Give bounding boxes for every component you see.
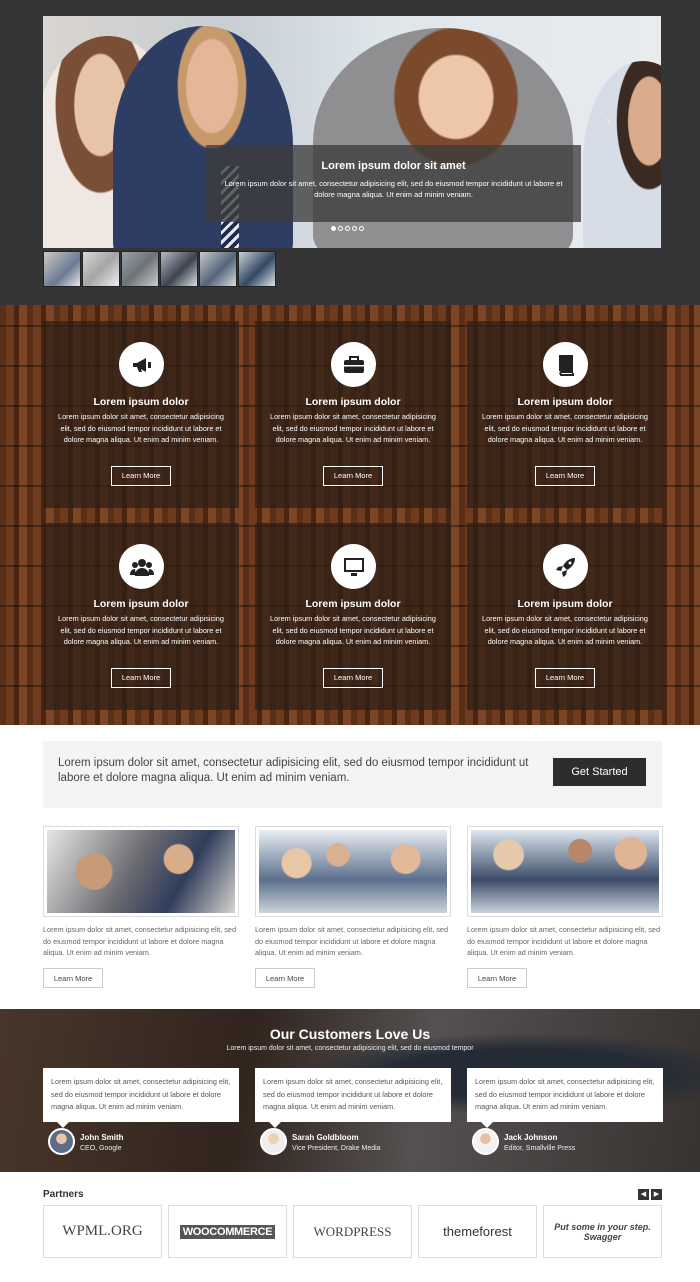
- feature-card: Lorem ipsum dolor Lorem ipsum dolor sit …: [255, 523, 451, 710]
- slider-thumbnail[interactable]: [199, 251, 237, 287]
- briefcase-icon: [331, 342, 376, 387]
- feature-title: Lorem ipsum dolor: [305, 598, 401, 610]
- slider-dot[interactable]: [331, 226, 336, 231]
- testimonial-name: John Smith: [80, 1133, 124, 1142]
- avatar: [48, 1128, 75, 1155]
- article-text: Lorem ipsum dolor sit amet, consectetur …: [255, 925, 449, 957]
- woocommerce-logo-text: WOOCOMMERCE: [179, 1224, 276, 1239]
- feature-card: Lorem ipsum dolor Lorem ipsum dolor sit …: [467, 321, 663, 508]
- partner-logo-themeforest[interactable]: themeforest: [418, 1205, 537, 1258]
- slider-dot[interactable]: [338, 226, 343, 231]
- slider-dot[interactable]: [359, 226, 364, 231]
- slider-thumbnail[interactable]: [160, 251, 198, 287]
- article-text: Lorem ipsum dolor sit amet, consectetur …: [467, 925, 661, 957]
- article-image[interactable]: [43, 826, 239, 917]
- chevron-right-icon[interactable]: ›: [606, 112, 611, 128]
- avatar: [260, 1128, 287, 1155]
- testimonial-quote: Lorem ipsum dolor sit amet, consectetur …: [43, 1068, 239, 1128]
- testimonial-quote: Lorem ipsum dolor sit amet, consectetur …: [255, 1068, 451, 1128]
- feature-title: Lorem ipsum dolor: [305, 396, 401, 408]
- wordpress-logo-text: WORDPRESS: [313, 1223, 392, 1239]
- learn-more-button[interactable]: Learn More: [535, 668, 595, 688]
- themeforest-logo-text: themeforest: [443, 1224, 512, 1239]
- feature-title: Lorem ipsum dolor: [93, 396, 189, 408]
- feature-text: Lorem ipsum dolor sit amet, consectetur …: [58, 412, 224, 444]
- testimonial-name: Jack Johnson: [504, 1133, 558, 1142]
- book-icon: [543, 342, 588, 387]
- feature-text: Lorem ipsum dolor sit amet, consectetur …: [482, 412, 648, 444]
- feature-card: Lorem ipsum dolor Lorem ipsum dolor sit …: [43, 523, 239, 710]
- feature-text: Lorem ipsum dolor sit amet, consectetur …: [58, 614, 224, 646]
- learn-more-button[interactable]: Learn More: [111, 668, 171, 688]
- slider-thumbnail[interactable]: [121, 251, 159, 287]
- slide-caption-text: Lorem ipsum dolor sit amet, consectetur …: [224, 179, 563, 199]
- article-card: Lorem ipsum dolor sit amet, consectetur …: [43, 826, 239, 988]
- partner-logo-woocommerce[interactable]: WOOCOMMERCE: [168, 1205, 287, 1258]
- learn-more-button[interactable]: Learn More: [467, 968, 527, 988]
- testimonial-role: Editor, Smallville Press: [504, 1145, 576, 1152]
- slider-thumbnails: [43, 251, 276, 287]
- get-started-button[interactable]: Get Started: [553, 758, 646, 786]
- rocket-icon: [543, 544, 588, 589]
- slider-thumbnail[interactable]: [43, 251, 81, 287]
- slide-caption-title: Lorem ipsum dolor sit amet: [321, 160, 466, 172]
- slider-dot[interactable]: [352, 226, 357, 231]
- article-image[interactable]: [255, 826, 451, 917]
- carousel-next-icon[interactable]: ▶: [651, 1189, 662, 1200]
- learn-more-button[interactable]: Learn More: [255, 968, 315, 988]
- hero-section: Lorem ipsum dolor sit amet Lorem ipsum d…: [0, 0, 700, 305]
- feature-card: Lorem ipsum dolor Lorem ipsum dolor sit …: [43, 321, 239, 508]
- partner-logo-wpml[interactable]: WPML.ORG: [43, 1205, 162, 1258]
- feature-title: Lorem ipsum dolor: [517, 598, 613, 610]
- learn-more-button[interactable]: Learn More: [535, 466, 595, 486]
- slider-thumbnail[interactable]: [82, 251, 120, 287]
- feature-title: Lorem ipsum dolor: [93, 598, 189, 610]
- feature-text: Lorem ipsum dolor sit amet, consectetur …: [270, 614, 436, 646]
- partners-title: Partners: [43, 1189, 84, 1200]
- hero-slider[interactable]: Lorem ipsum dolor sit amet Lorem ipsum d…: [43, 16, 661, 248]
- slider-dot[interactable]: [345, 226, 350, 231]
- article-card: Lorem ipsum dolor sit amet, consectetur …: [255, 826, 451, 988]
- partner-logo-wordpress[interactable]: WORDPRESS: [293, 1205, 412, 1258]
- testimonials-title: Our Customers Love Us: [269, 1026, 431, 1042]
- partners-carousel: WPML.ORG WOOCOMMERCE WORDPRESS themefore…: [43, 1205, 662, 1258]
- article-image[interactable]: [467, 826, 663, 917]
- feature-title: Lorem ipsum dolor: [517, 396, 613, 408]
- testimonial-role: CEO, Google: [80, 1145, 122, 1152]
- testimonial-name: Sarah Goldbloom: [292, 1133, 359, 1142]
- monitor-icon: [331, 544, 376, 589]
- megaphone-icon: [119, 342, 164, 387]
- slider-pagination: [331, 226, 364, 231]
- learn-more-button[interactable]: Learn More: [111, 466, 171, 486]
- swagger-logo-text: Put some in your step. Swagger: [554, 1221, 651, 1242]
- learn-more-button[interactable]: Learn More: [323, 668, 383, 688]
- testimonials-section: Our Customers Love Us Lorem ipsum dolor …: [0, 1009, 700, 1172]
- testimonial-quote: Lorem ipsum dolor sit amet, consectetur …: [467, 1068, 663, 1128]
- article-card: Lorem ipsum dolor sit amet, consectetur …: [467, 826, 663, 988]
- wpml-logo-text: WPML.ORG: [62, 1223, 143, 1239]
- testimonial-role: Vice President, Drake Media: [292, 1145, 381, 1152]
- users-icon: [119, 544, 164, 589]
- avatar: [472, 1128, 499, 1155]
- feature-card: Lorem ipsum dolor Lorem ipsum dolor sit …: [255, 321, 451, 508]
- cta-text: Lorem ipsum dolor sit amet, consectetur …: [58, 757, 529, 784]
- slide-caption: Lorem ipsum dolor sit amet Lorem ipsum d…: [206, 145, 581, 222]
- feature-text: Lorem ipsum dolor sit amet, consectetur …: [482, 614, 648, 646]
- slider-thumbnail[interactable]: [238, 251, 276, 287]
- feature-card: Lorem ipsum dolor Lorem ipsum dolor sit …: [467, 523, 663, 710]
- features-section: Lorem ipsum dolor Lorem ipsum dolor sit …: [0, 305, 700, 725]
- carousel-prev-icon[interactable]: ◀: [638, 1189, 649, 1200]
- chevron-left-icon[interactable]: ‹: [48, 112, 53, 128]
- learn-more-button[interactable]: Learn More: [323, 466, 383, 486]
- feature-text: Lorem ipsum dolor sit amet, consectetur …: [270, 412, 436, 444]
- learn-more-button[interactable]: Learn More: [43, 968, 103, 988]
- partner-logo-swagger[interactable]: Put some in your step. Swagger: [543, 1205, 662, 1258]
- slide-photo-person: [583, 61, 661, 248]
- testimonials-subtitle: Lorem ipsum dolor sit amet, consectetur …: [226, 1045, 474, 1052]
- article-text: Lorem ipsum dolor sit amet, consectetur …: [43, 925, 237, 957]
